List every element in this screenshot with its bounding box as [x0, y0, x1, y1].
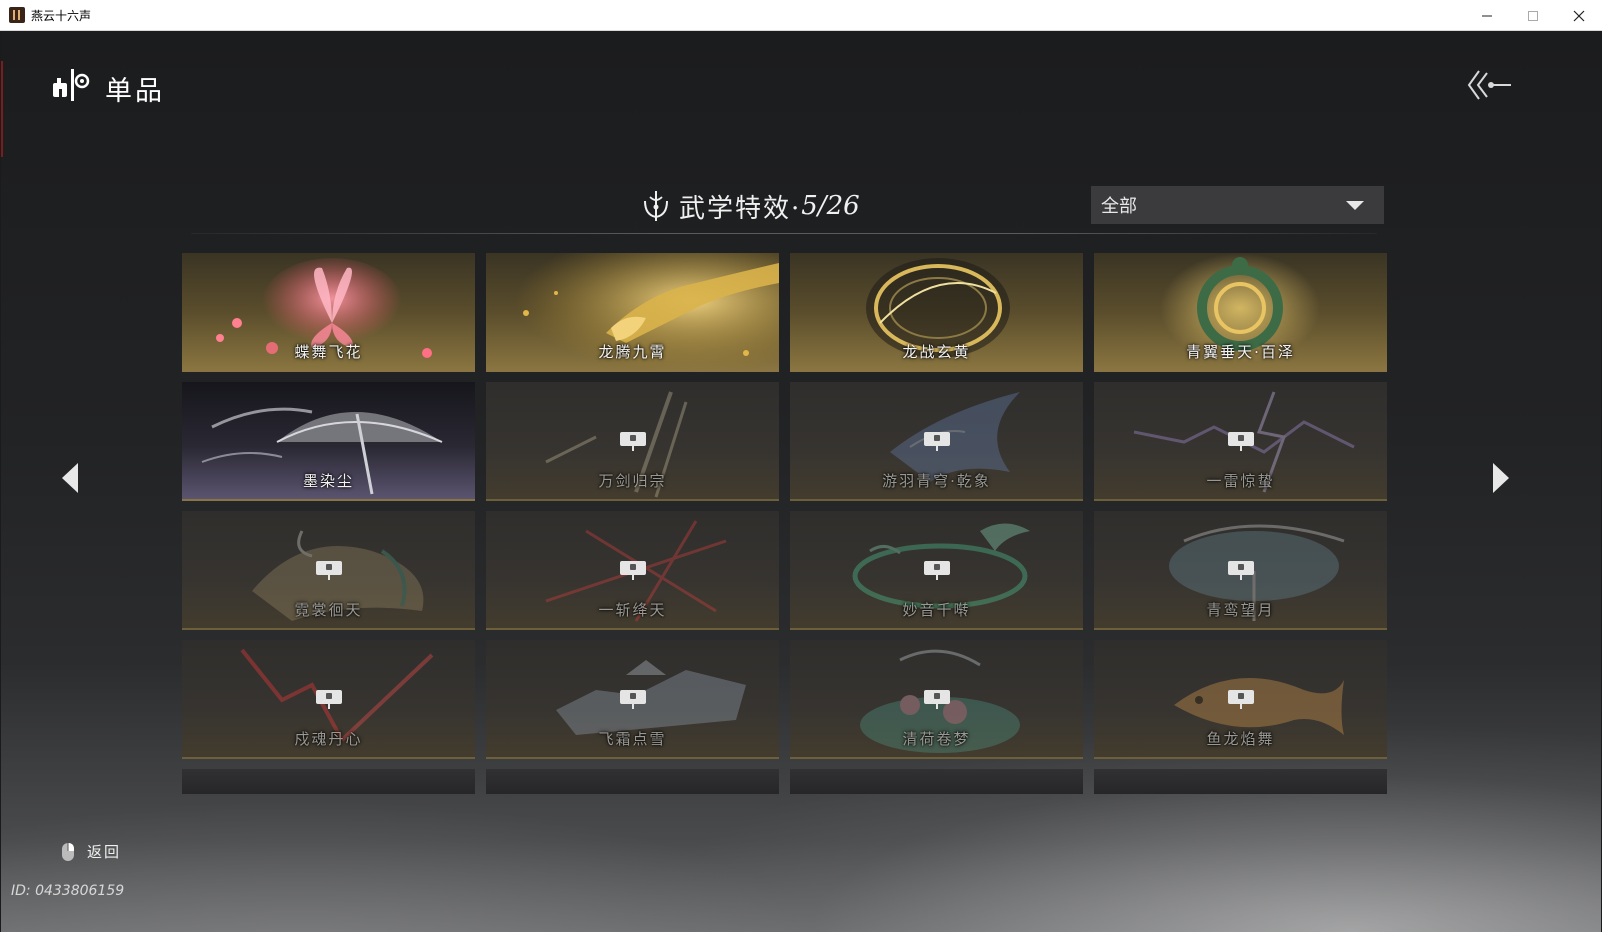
filter-selected-value: 全部 — [1101, 196, 1137, 217]
maximize-button[interactable] — [1510, 0, 1556, 31]
effects-grid: 蝶舞飞花 龙腾九霄 龙战玄黄 青翼垂天·百泽 墨染尘 万剑归宗 游羽青穹·乾象 … — [182, 253, 1387, 794]
lock-icon — [620, 432, 646, 451]
effect-card[interactable]: 游羽青穹·乾象 — [790, 382, 1083, 501]
minimize-icon — [1482, 15, 1492, 16]
effect-name: 万剑归宗 — [598, 472, 667, 490]
section-title: 武学特效· — [679, 193, 802, 224]
effect-name: 妙音千啭 — [902, 601, 971, 619]
close-button[interactable] — [1556, 0, 1602, 31]
maximize-icon — [1528, 10, 1538, 21]
effect-name: 鱼龙焰舞 — [1206, 730, 1275, 748]
lock-icon — [924, 561, 950, 580]
window-controls — [1464, 0, 1602, 31]
minimize-button[interactable] — [1464, 0, 1510, 31]
effect-card-partial[interactable] — [486, 769, 779, 794]
effect-card[interactable]: 一斩绛天 — [486, 511, 779, 630]
effect-name: 一雷惊蛰 — [1206, 472, 1275, 490]
mouse-right-click-icon — [62, 842, 74, 861]
effect-name: 龙战玄黄 — [902, 343, 971, 361]
effect-card[interactable]: 霓裳徊天 — [182, 511, 475, 630]
effect-card[interactable]: 万剑归宗 — [486, 382, 779, 501]
lock-icon — [316, 690, 342, 709]
effect-card[interactable]: 蝶舞飞花 — [182, 253, 475, 372]
filter-dropdown[interactable]: 全部 — [1091, 186, 1384, 224]
lock-icon — [924, 690, 950, 709]
effect-name: 游羽青穹·乾象 — [882, 472, 991, 490]
effect-card[interactable]: 龙战玄黄 — [790, 253, 1083, 372]
effect-name: 龙腾九霄 — [598, 343, 667, 361]
lock-icon — [1228, 690, 1254, 709]
martial-arts-icon — [644, 191, 668, 221]
effect-name: 墨染尘 — [302, 472, 354, 490]
lock-icon — [1228, 561, 1254, 580]
chevron-down-icon — [1346, 201, 1364, 210]
effect-name: 青鸾望月 — [1206, 601, 1275, 619]
lock-icon — [316, 561, 342, 580]
window-title: 燕云十六声 — [31, 8, 92, 23]
effect-name: 青翼垂天·百泽 — [1186, 343, 1295, 361]
app-icon — [9, 7, 25, 23]
lock-icon — [620, 690, 646, 709]
effect-name: 清荷卷梦 — [902, 730, 971, 748]
player-id: ID: 0433806159 — [11, 883, 125, 899]
lock-icon — [1228, 432, 1254, 451]
effect-card[interactable]: 一雷惊蛰 — [1094, 382, 1387, 501]
effect-card[interactable]: 清荷卷梦 — [790, 640, 1083, 759]
effect-card[interactable]: 飞霜点雪 — [486, 640, 779, 759]
return-button[interactable]: 返回 — [61, 841, 121, 862]
effect-card-partial[interactable] — [182, 769, 475, 794]
lock-icon — [620, 561, 646, 580]
effect-name: 一斩绛天 — [598, 601, 667, 619]
effect-card[interactable]: 龙腾九霄 — [486, 253, 779, 372]
collection-count: 5/26 — [801, 191, 860, 221]
close-icon — [1573, 10, 1585, 21]
lock-icon — [924, 432, 950, 451]
item-category-icon — [53, 69, 90, 101]
effect-card[interactable]: 青翼垂天·百泽 — [1094, 253, 1387, 372]
edge-accent — [1, 61, 3, 157]
window-titlebar: 燕云十六声 — [0, 0, 1602, 31]
return-label: 返回 — [87, 843, 122, 861]
effect-card[interactable]: 鱼龙焰舞 — [1094, 640, 1387, 759]
effect-name: 蝶舞飞花 — [294, 343, 363, 361]
effect-name: 霓裳徊天 — [294, 601, 363, 619]
section-header: 武学特效· 5/26 — [641, 186, 860, 226]
effect-card-partial[interactable] — [1094, 769, 1387, 794]
back-arrow-icon[interactable] — [1465, 67, 1513, 103]
effect-card[interactable]: 戍魂丹心 — [182, 640, 475, 759]
next-page-arrow-icon[interactable] — [1489, 461, 1513, 495]
effect-card[interactable]: 青鸾望月 — [1094, 511, 1387, 630]
effect-name: 戍魂丹心 — [294, 730, 363, 748]
title-divider — [191, 233, 1377, 234]
game-view: 单品 武学特效· 5/26 全部 蝶舞飞花 龙腾九霄 龙战玄黄 青翼垂天·百泽 … — [1, 31, 1601, 932]
effect-card[interactable]: 墨染尘 — [182, 382, 475, 501]
effect-name: 飞霜点雪 — [598, 730, 667, 748]
page-title: 单品 — [105, 76, 165, 107]
effect-card-partial[interactable] — [790, 769, 1083, 794]
prev-page-arrow-icon[interactable] — [58, 461, 82, 495]
effect-card[interactable]: 妙音千啭 — [790, 511, 1083, 630]
